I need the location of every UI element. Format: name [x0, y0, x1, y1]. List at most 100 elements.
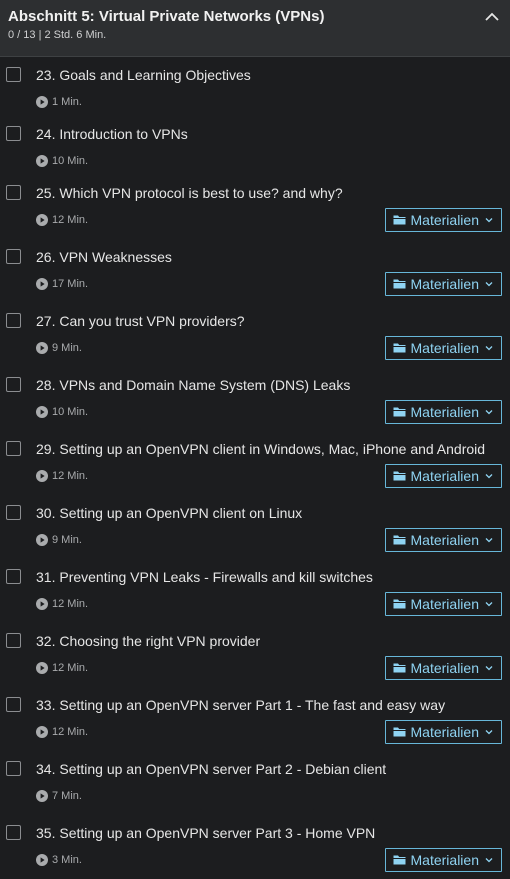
- lecture-title[interactable]: 27. Can you trust VPN providers?: [36, 303, 502, 330]
- lecture-complete-checkbox[interactable]: [6, 126, 21, 141]
- lecture-duration: 12 Min.: [36, 661, 89, 674]
- lecture-item[interactable]: 26. VPN Weaknesses 17 Min. Materialien: [0, 239, 510, 303]
- play-circle-icon: [36, 469, 48, 482]
- resources-dropdown-button[interactable]: Materialien: [384, 271, 502, 296]
- chevron-down-icon: [485, 473, 493, 478]
- folder-icon: [393, 279, 406, 289]
- lecture-item[interactable]: 32. Choosing the right VPN provider 12 Mi…: [0, 623, 510, 687]
- lecture-meta: 17 Min. Materialien: [36, 271, 502, 296]
- chevron-down-icon: [485, 217, 493, 222]
- duration-text: 12 Min.: [52, 213, 89, 226]
- lecture-duration: 12 Min.: [36, 725, 89, 738]
- lecture-item[interactable]: 28. VPNs and Domain Name System (DNS) Le…: [0, 367, 510, 431]
- lecture-title[interactable]: 24. Introduction to VPNs: [36, 116, 502, 143]
- lecture-title[interactable]: 28. VPNs and Domain Name System (DNS) Le…: [36, 367, 502, 394]
- lecture-item[interactable]: 35. Setting up an OpenVPN server Part 3 …: [0, 815, 510, 879]
- chevron-down-icon: [485, 281, 493, 286]
- folder-icon: [393, 343, 406, 353]
- lecture-title[interactable]: 29. Setting up an OpenVPN client in Wind…: [36, 431, 502, 458]
- play-circle-icon: [36, 277, 48, 290]
- lecture-title[interactable]: 32. Choosing the right VPN provider: [36, 623, 502, 650]
- duration-text: 3 Min.: [52, 853, 82, 866]
- resources-dropdown-button[interactable]: Materialien: [384, 399, 502, 424]
- lecture-item[interactable]: 27. Can you trust VPN providers? 9 Min. Ma…: [0, 303, 510, 367]
- chevron-down-icon: [485, 665, 493, 670]
- resources-label: Materialien: [410, 531, 479, 548]
- lecture-item[interactable]: 24. Introduction to VPNs 10 Min.: [0, 116, 510, 175]
- lecture-title[interactable]: 33. Setting up an OpenVPN server Part 1 …: [36, 687, 502, 714]
- lecture-item[interactable]: 34. Setting up an OpenVPN server Part 2 …: [0, 751, 510, 815]
- resources-dropdown-button[interactable]: Materialien: [384, 847, 502, 872]
- lecture-complete-checkbox[interactable]: [6, 505, 21, 520]
- lecture-title[interactable]: 23. Goals and Learning Objectives: [36, 57, 502, 84]
- lecture-duration: 12 Min.: [36, 597, 88, 610]
- lecture-complete-checkbox[interactable]: [6, 377, 21, 392]
- resources-dropdown-button[interactable]: Materialien: [384, 463, 502, 488]
- lecture-item[interactable]: 25. Which VPN protocol is best to use? a…: [0, 175, 510, 239]
- lecture-item[interactable]: 30. Setting up an OpenVPN client on Linu…: [0, 495, 510, 559]
- duration-text: 12 Min.: [52, 725, 89, 738]
- lecture-complete-checkbox[interactable]: [6, 569, 21, 584]
- resources-dropdown-button[interactable]: Materialien: [384, 719, 502, 744]
- lecture-complete-checkbox[interactable]: [6, 185, 21, 200]
- lecture-meta: 12 Min. Materialien: [36, 591, 502, 616]
- folder-icon: [393, 471, 406, 481]
- lecture-complete-checkbox[interactable]: [6, 441, 21, 456]
- play-circle-icon: [36, 213, 48, 226]
- chevron-down-icon: [485, 601, 493, 606]
- lecture-meta: 9 Min. Materialien: [36, 335, 502, 360]
- resources-dropdown-button[interactable]: Materialien: [384, 207, 502, 232]
- lecture-complete-checkbox[interactable]: [6, 697, 21, 712]
- play-circle-icon: [36, 661, 48, 674]
- resources-dropdown-button[interactable]: Materialien: [384, 335, 502, 360]
- lecture-duration: 3 Min.: [36, 853, 82, 866]
- resources-dropdown-button[interactable]: Materialien: [384, 527, 502, 552]
- play-circle-icon: [36, 533, 48, 546]
- chevron-up-icon[interactable]: [484, 10, 500, 22]
- lecture-complete-checkbox[interactable]: [6, 249, 21, 264]
- chevron-down-icon: [485, 729, 493, 734]
- duration-text: 12 Min.: [52, 661, 89, 674]
- lecture-duration: 9 Min.: [36, 341, 82, 354]
- folder-icon: [393, 407, 406, 417]
- section-progress: 0 / 13 | 2 Std. 6 Min.: [8, 29, 107, 41]
- lecture-title[interactable]: 30. Setting up an OpenVPN client on Linu…: [36, 495, 502, 522]
- section-header[interactable]: Abschnitt 5: Virtual Private Networks (V…: [0, 0, 510, 57]
- play-circle-icon: [36, 95, 48, 108]
- lecture-complete-checkbox[interactable]: [6, 67, 21, 82]
- chevron-down-icon: [485, 345, 493, 350]
- lecture-item[interactable]: 33. Setting up an OpenVPN server Part 1 …: [0, 687, 510, 751]
- play-circle-icon: [36, 725, 48, 738]
- lecture-complete-checkbox[interactable]: [6, 761, 21, 776]
- resources-label: Materialien: [410, 723, 479, 740]
- resources-label: Materialien: [410, 403, 479, 420]
- chevron-down-icon: [485, 857, 493, 862]
- duration-text: 9 Min.: [52, 341, 82, 354]
- lecture-title[interactable]: 25. Which VPN protocol is best to use? a…: [36, 175, 502, 202]
- lecture-item[interactable]: 31. Preventing VPN Leaks - Firewalls and…: [0, 559, 510, 623]
- lecture-complete-checkbox[interactable]: [6, 633, 21, 648]
- lecture-duration: 9 Min.: [36, 533, 82, 546]
- duration-text: 9 Min.: [52, 533, 82, 546]
- duration-text: 7 Min.: [52, 789, 82, 802]
- lecture-title[interactable]: 35. Setting up an OpenVPN server Part 3 …: [36, 815, 502, 842]
- lecture-item[interactable]: 23. Goals and Learning Objectives 1 Min.: [0, 57, 510, 116]
- chevron-down-icon: [485, 409, 493, 414]
- lecture-meta: 10 Min.: [36, 148, 502, 173]
- lecture-item[interactable]: 29. Setting up an OpenVPN client in Wind…: [0, 431, 510, 495]
- resources-label: Materialien: [410, 275, 479, 292]
- lecture-title[interactable]: 31. Preventing VPN Leaks - Firewalls and…: [36, 559, 502, 586]
- lecture-meta: 1 Min.: [36, 89, 502, 114]
- resources-dropdown-button[interactable]: Materialien: [384, 655, 502, 680]
- resources-dropdown-button[interactable]: Materialien: [384, 591, 502, 616]
- lecture-duration: 12 Min.: [36, 469, 88, 482]
- play-circle-icon: [36, 597, 48, 610]
- resources-label: Materialien: [410, 851, 479, 868]
- lecture-title[interactable]: 26. VPN Weaknesses: [36, 239, 502, 266]
- resources-label: Materialien: [410, 595, 479, 612]
- lecture-title[interactable]: 34. Setting up an OpenVPN server Part 2 …: [36, 751, 502, 778]
- lecture-complete-checkbox[interactable]: [6, 313, 21, 328]
- resources-label: Materialien: [410, 339, 479, 356]
- lecture-complete-checkbox[interactable]: [6, 825, 21, 840]
- lecture-meta: 10 Min. Materialien: [36, 399, 502, 424]
